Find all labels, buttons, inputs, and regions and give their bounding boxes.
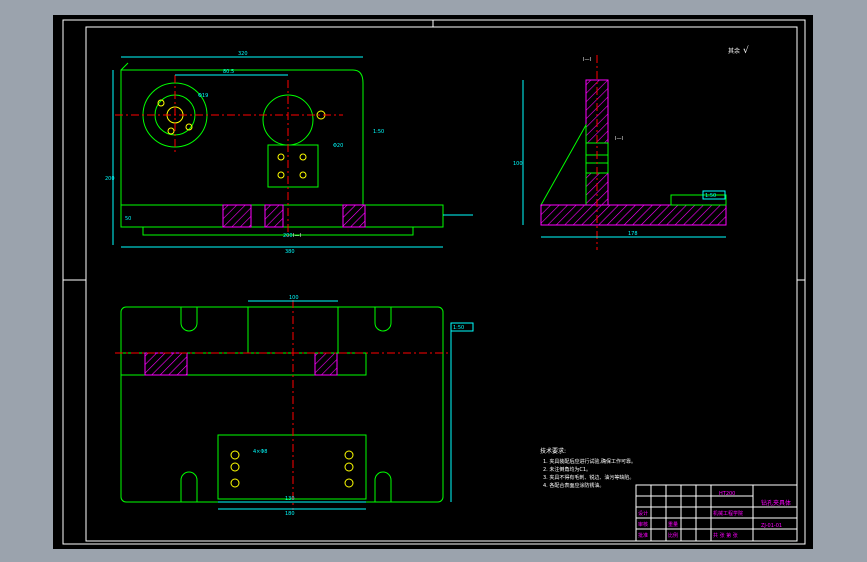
title-drawing-no: ZJ-01-01 xyxy=(761,523,782,529)
plan-hole-note: 4×Φ8 xyxy=(253,449,268,455)
front-dim-height-text: 200 xyxy=(105,176,115,182)
title-school: 机械工程学院 xyxy=(713,510,743,517)
front-dim-small-text: 50 xyxy=(125,216,131,222)
plan-hole-2 xyxy=(230,462,240,472)
plan-slot-bottom-right xyxy=(374,471,392,502)
front-hatch-left xyxy=(222,204,252,228)
front-view: 320 80.5 200 50 200 380 Φ19 Φ20 1:50 I—I xyxy=(105,51,473,255)
plan-slot-bottom-left xyxy=(180,471,198,502)
side-rib xyxy=(540,123,587,206)
front-clamp-block xyxy=(267,144,319,188)
side-base xyxy=(540,204,727,226)
front-base-foot xyxy=(142,226,414,236)
front-block-hole-2 xyxy=(299,153,307,161)
front-hatch-mid xyxy=(264,204,284,228)
plan-hole-6 xyxy=(344,478,354,488)
plan-outline xyxy=(120,306,444,503)
plan-hole-5 xyxy=(344,462,354,472)
front-dim-center-text: 200 xyxy=(283,233,293,239)
front-block-hole-3 xyxy=(277,171,285,179)
front-section-mark: I—I xyxy=(293,233,301,239)
plan-hatch-right xyxy=(314,352,338,376)
plan-dim-bottom-text: 180 xyxy=(285,511,295,517)
side-dim-span-text: 178 xyxy=(628,231,638,237)
plan-hatch-left xyxy=(144,352,188,376)
title-scale-label: 比例 xyxy=(668,532,678,539)
inner-frame xyxy=(85,26,798,542)
plan-center-block xyxy=(247,306,339,354)
plan-hole-3 xyxy=(230,478,240,488)
side-dim-height-text: 100 xyxy=(513,161,523,167)
side-base-flat xyxy=(670,194,727,206)
front-dim-base-text: 380 xyxy=(285,249,295,255)
front-note-right: 1:50 xyxy=(373,129,384,135)
front-block-hole-4 xyxy=(299,171,307,179)
plan-dim-lower-text: 130 xyxy=(285,496,295,502)
front-left-bolt-3 xyxy=(167,127,175,135)
front-hatch-right xyxy=(342,204,366,228)
engineering-drawing: 其余 √ 320 80.5 200 50 200 380 Φ19 Φ20 1:5… xyxy=(62,19,806,545)
front-dim-offset-text: 80.5 xyxy=(223,69,234,75)
front-dim-top-text: 320 xyxy=(238,51,248,57)
tech-notes-line-1: 1. 夹具装配后应进行试验,确保工作可靠。 xyxy=(543,458,636,465)
title-block: HT200 钻孔夹具体 ZJ-01-01 机械工程学院 设计 审核 批准 比例 … xyxy=(635,484,798,542)
front-outline xyxy=(120,69,364,206)
tech-notes: 技术要求: 1. 夹具装配后应进行试验,确保工作可靠。 2. 未注倒角均为C1。… xyxy=(540,447,636,489)
side-section-label: I—I xyxy=(583,57,591,63)
title-part-name: 钻孔夹具体 xyxy=(761,499,791,507)
plan-view: 100 130 180 1:50 4×Φ8 xyxy=(115,295,474,517)
tech-notes-heading: 技术要求: xyxy=(540,447,566,455)
outer-frame xyxy=(62,19,806,545)
cad-viewport[interactable]: 其余 √ 320 80.5 200 50 200 380 Φ19 Φ20 1:5… xyxy=(53,15,813,549)
title-row-approve: 批准 xyxy=(638,532,648,539)
plan-hole-4 xyxy=(344,450,354,460)
plan-slot-top-right xyxy=(374,307,392,332)
roughness-label: 其余 xyxy=(728,47,740,55)
plan-clamp-plate xyxy=(217,434,367,500)
front-callout-b: Φ20 xyxy=(333,143,343,149)
plan-slot-top-left xyxy=(180,307,198,332)
title-row-check: 审核 xyxy=(638,521,648,528)
side-view: I—I 100 178 1:50 I—I xyxy=(513,55,727,250)
side-flat-tag: 1:50 xyxy=(705,193,716,199)
roughness-symbol: √ xyxy=(743,45,749,56)
tech-notes-line-2: 2. 未注倒角均为C1。 xyxy=(543,466,591,473)
plan-dim-top-text: 100 xyxy=(289,295,299,301)
title-material: HT200 xyxy=(719,491,735,497)
title-weight-label: 重量 xyxy=(668,521,678,528)
tech-notes-line-3: 3. 夹具不得有毛刺、锐边、油污等缺陷。 xyxy=(543,474,634,481)
plan-hole-1 xyxy=(230,450,240,460)
side-tag: I—I xyxy=(615,136,623,142)
front-block-hole-1 xyxy=(277,153,285,161)
front-callout-a: Φ19 xyxy=(198,93,208,99)
title-row-design: 设计 xyxy=(638,510,648,517)
front-top-chamfer xyxy=(120,62,129,71)
tech-notes-line-4: 4. 各配合表面应涂防锈油。 xyxy=(543,482,604,489)
plan-flat-tag: 1:50 xyxy=(453,325,464,331)
title-sheet-label: 共 张 第 张 xyxy=(713,532,738,539)
